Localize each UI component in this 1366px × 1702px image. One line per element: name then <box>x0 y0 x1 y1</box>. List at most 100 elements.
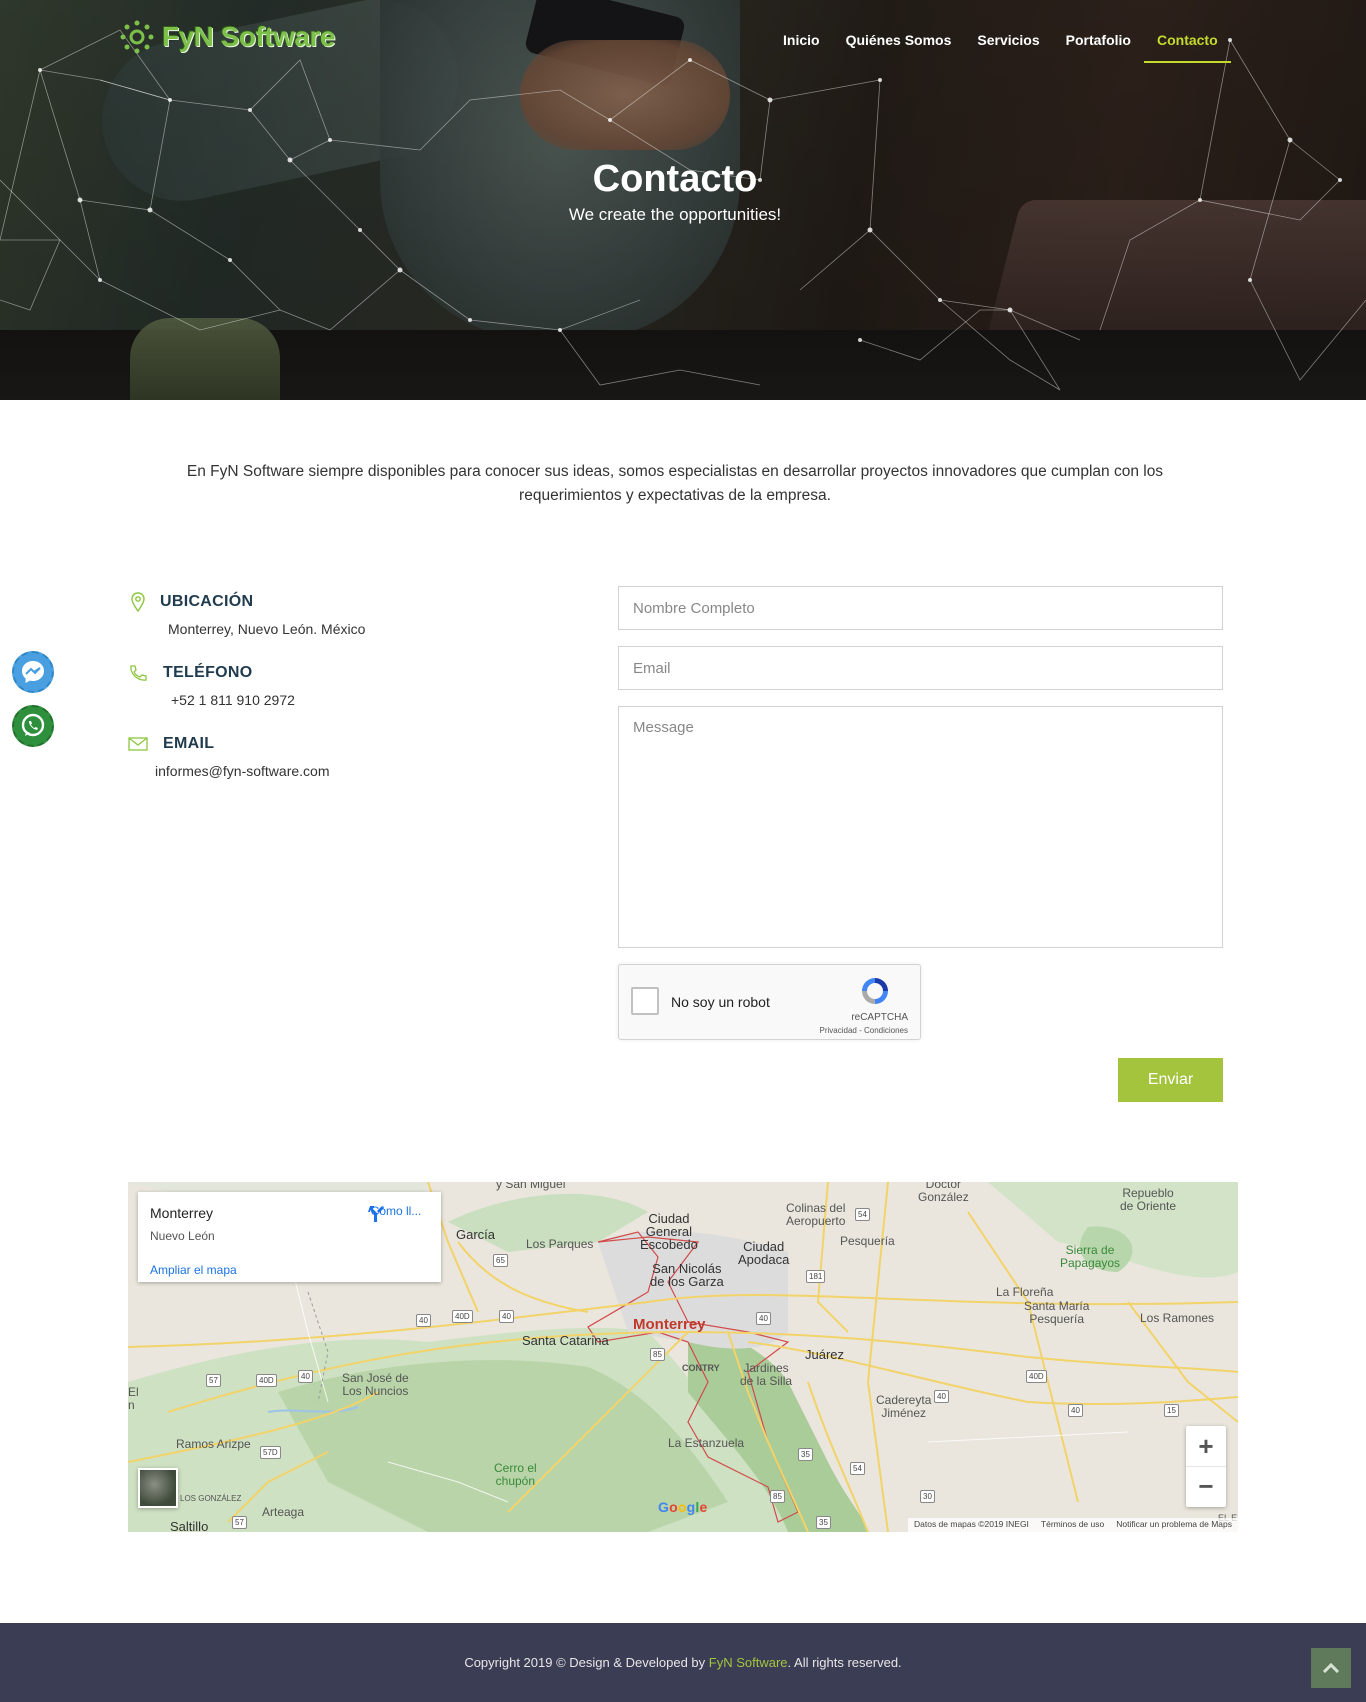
map-label: García <box>456 1227 496 1242</box>
email-label: EMAIL <box>163 735 215 752</box>
copyright-prefix: Copyright 2019 © Design & Developed by <box>464 1655 709 1670</box>
footer-brand-link[interactable]: FyN Software <box>709 1655 788 1670</box>
main-nav: Inicio Quiénes Somos Servicios Portafoli… <box>770 32 1231 64</box>
road-shield: 40 <box>499 1310 514 1323</box>
map-label: La Estanzuela <box>668 1436 745 1450</box>
road-shield: 54 <box>850 1462 865 1475</box>
map-label: Cerro el chupón <box>494 1461 537 1488</box>
map-label: San Nicolás de los Garza <box>650 1261 724 1289</box>
google-map[interactable]: y San Miguel Doctor González Repueblo de… <box>128 1182 1238 1532</box>
nav-quienes-somos[interactable]: Quiénes Somos <box>833 32 965 64</box>
email-value[interactable]: informes@fyn-software.com <box>155 763 329 779</box>
zoom-out-button[interactable]: − <box>1186 1466 1226 1506</box>
whatsapp-button[interactable] <box>12 705 54 747</box>
map-report-link[interactable]: Notificar un problema de Maps <box>1116 1519 1232 1531</box>
map-label: Santa María Pesquería <box>1024 1299 1090 1326</box>
copyright-text: Copyright 2019 © Design & Developed by F… <box>0 1655 1366 1670</box>
map-label: Saltillo <box>170 1519 209 1532</box>
map-label: Juárez <box>805 1347 845 1362</box>
map-label: CONTRY <box>682 1363 720 1373</box>
map-data-credit: Datos de mapas ©2019 INEGI <box>913 1519 1029 1529</box>
map-label: Arteaga <box>262 1505 305 1519</box>
satellite-toggle[interactable] <box>138 1468 178 1508</box>
map-label: El n <box>128 1385 139 1412</box>
intro-text: En FyN Software siempre disponibles para… <box>186 463 1164 504</box>
message-textarea[interactable] <box>618 706 1223 948</box>
copyright-suffix: . All rights reserved. <box>787 1655 902 1670</box>
location-value: Monterrey, Nuevo León. México <box>168 621 366 637</box>
road-shield: 40D <box>452 1310 473 1323</box>
map-pin-icon <box>128 592 148 612</box>
enlarge-map-link[interactable]: Ampliar el mapa <box>150 1263 237 1277</box>
map-label: Ciudad Apodaca <box>738 1239 790 1267</box>
road-shield: 65 <box>493 1254 508 1267</box>
map-place-card: Monterrey Nuevo León Ampliar el mapa Cóm… <box>138 1192 441 1282</box>
road-shield: 57 <box>232 1516 247 1529</box>
road-shield: 40 <box>1068 1404 1083 1417</box>
recaptcha-brand: reCAPTCHA <box>851 1012 908 1023</box>
road-shield: 35 <box>816 1516 831 1529</box>
nav-inicio[interactable]: Inicio <box>770 32 833 64</box>
recaptcha-checkbox[interactable] <box>631 987 659 1015</box>
directions-button[interactable]: Cómo ll... <box>366 1204 426 1222</box>
page-title: Contacto <box>592 158 758 200</box>
map-label-monterrey: Monterrey <box>633 1316 706 1333</box>
recaptcha-links[interactable]: Privacidad - Condiciones <box>820 1026 909 1035</box>
location-label: UBICACIÓN <box>160 593 254 610</box>
messenger-button[interactable] <box>12 651 54 693</box>
map-label: Sierra de Papagayos <box>1060 1243 1121 1270</box>
phone-block: TELÉFONO +52 1 811 910 2972 <box>128 663 295 708</box>
location-block: UBICACIÓN Monterrey, Nuevo León. México <box>128 592 365 637</box>
hero-banner: FyN Software Inicio Quiénes Somos Servic… <box>0 0 1366 400</box>
map-label: LOS GONZÁLEZ <box>180 1494 242 1503</box>
road-shield: 181 <box>806 1270 826 1283</box>
road-shield: 40D <box>1026 1370 1047 1383</box>
map-label: Jardines de la Silla <box>740 1361 793 1388</box>
road-shield: 35 <box>798 1448 813 1461</box>
map-zoom-control: + − <box>1186 1426 1226 1507</box>
zoom-in-button[interactable]: + <box>1186 1426 1226 1466</box>
phone-label: TELÉFONO <box>163 664 253 681</box>
road-shield: 40D <box>256 1374 277 1387</box>
phone-value[interactable]: +52 1 811 910 2972 <box>171 692 295 708</box>
map-place-subtitle: Nuevo León <box>150 1229 215 1243</box>
whatsapp-icon <box>21 713 45 737</box>
map-label: Cadereyta Jiménez <box>876 1393 932 1420</box>
messenger-icon <box>22 661 44 683</box>
name-input[interactable] <box>618 586 1223 630</box>
site-logo[interactable]: FyN Software <box>120 20 335 54</box>
map-label: Pesquería <box>840 1234 895 1248</box>
map-label: Los Ramones <box>1140 1311 1215 1325</box>
phone-icon <box>128 663 148 683</box>
road-shield: 85 <box>770 1490 785 1503</box>
send-button[interactable]: Enviar <box>1118 1058 1223 1102</box>
page-subtitle: We create the opportunities! <box>568 205 782 224</box>
road-shield: 15 <box>1164 1404 1179 1417</box>
map-place-title: Monterrey <box>150 1205 214 1221</box>
nav-servicios[interactable]: Servicios <box>964 32 1052 64</box>
map-label: Santa Catarina <box>522 1333 609 1348</box>
google-logo: Google <box>658 1499 708 1515</box>
envelope-icon <box>128 734 148 754</box>
nav-portafolio[interactable]: Portafolio <box>1053 32 1144 64</box>
road-shield: 54 <box>855 1208 870 1221</box>
road-shield: 30 <box>920 1490 935 1503</box>
map-attribution: Datos de mapas ©2019 INEGI Términos de u… <box>907 1518 1238 1532</box>
recaptcha-label: No soy un robot <box>671 994 770 1010</box>
email-block: EMAIL informes@fyn-software.com <box>128 734 329 779</box>
map-label: San José de Los Nuncios <box>342 1371 409 1398</box>
road-shield: 40 <box>416 1314 431 1327</box>
map-label: Doctor González <box>918 1182 969 1204</box>
logo-gear-icon <box>120 20 154 54</box>
scroll-to-top-button[interactable] <box>1311 1648 1351 1688</box>
map-terms-link[interactable]: Términos de uso <box>1041 1519 1104 1531</box>
logo-text: FyN Software <box>162 21 335 52</box>
email-input[interactable] <box>618 646 1223 690</box>
directions-icon <box>368 1206 384 1222</box>
road-shield: 40 <box>934 1390 949 1403</box>
map-label: Colinas del Aeropuerto <box>786 1201 846 1228</box>
map-label: Ramos Arizpe <box>176 1437 251 1451</box>
recaptcha-widget: No soy un robot reCAPTCHA Privacidad - C… <box>618 964 921 1040</box>
nav-contacto[interactable]: Contacto <box>1143 32 1231 63</box>
road-shield: 85 <box>650 1348 665 1361</box>
